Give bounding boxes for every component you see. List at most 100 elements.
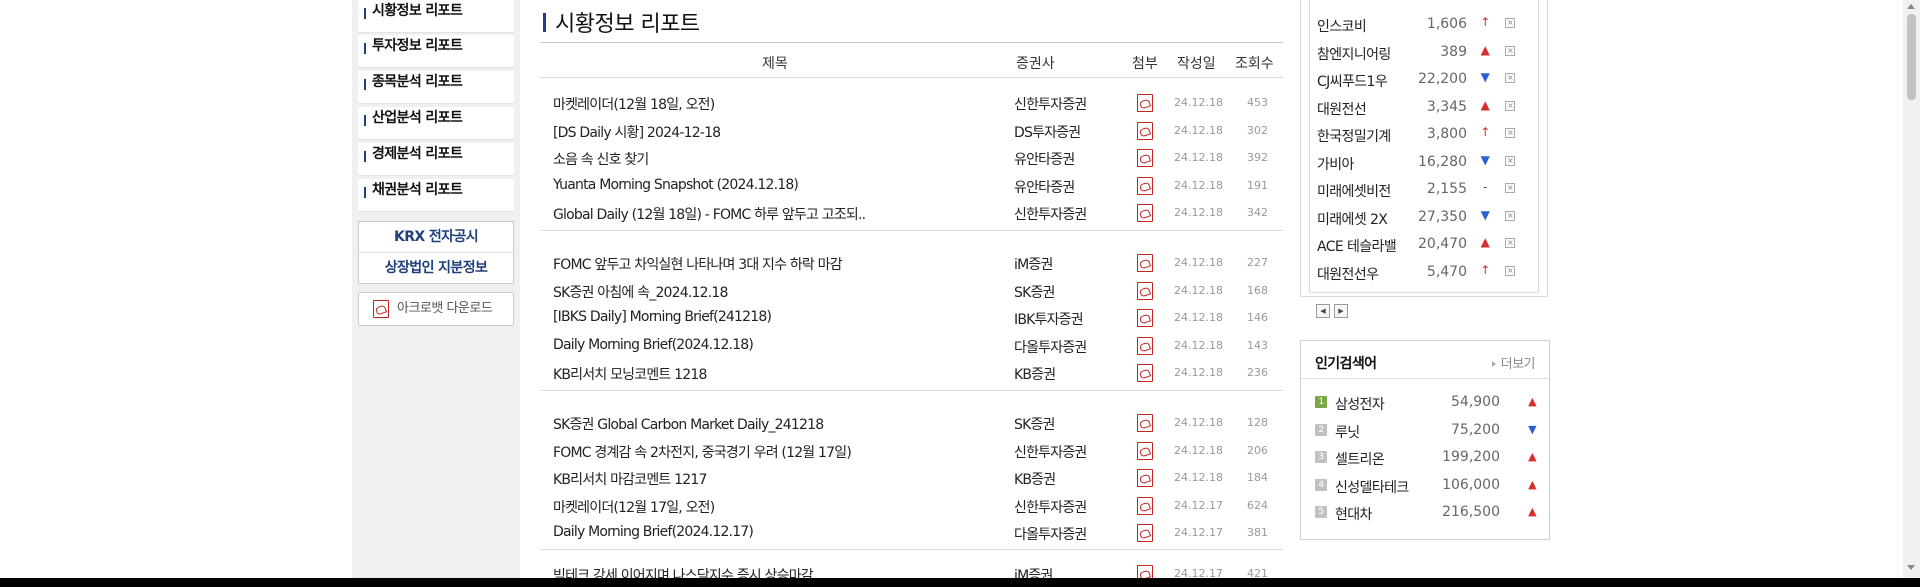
recent-stock-item[interactable]: 대원전선우 5,470 ↑ × <box>1317 261 1537 283</box>
report-views: 453 <box>1247 96 1268 109</box>
remove-icon[interactable]: × <box>1505 265 1515 276</box>
remove-icon[interactable]: × <box>1505 155 1515 166</box>
vertical-scrollbar[interactable] <box>1903 0 1920 578</box>
report-row[interactable]: Daily Morning Brief(2024.12.17) 다올투자증권 24.… <box>540 520 1283 547</box>
recent-stock-item[interactable]: 미래에셋 2X 27,350 ▼ × <box>1317 206 1537 228</box>
popular-search-item[interactable]: 3 셀트리온 199,200 ▲ <box>1315 447 1540 469</box>
menu-item-label: 종목분석 리포트 <box>372 74 463 90</box>
pdf-attachment-icon[interactable] <box>1137 364 1153 386</box>
remove-icon[interactable]: × <box>1505 100 1515 111</box>
pdf-attachment-icon[interactable] <box>1137 121 1153 144</box>
popular-search-item[interactable]: 2 루닛 75,200 ▼ <box>1315 420 1540 442</box>
pdf-attachment-icon[interactable] <box>1137 524 1153 546</box>
pdf-attachment-icon[interactable] <box>1137 204 1153 226</box>
pdf-attachment-icon[interactable] <box>1137 254 1153 276</box>
report-row[interactable]: 마켓레이더(12월 18일, 오전) 신한투자증권 24.12.18 453 <box>540 90 1283 117</box>
remove-icon[interactable]: × <box>1505 238 1515 248</box>
pdf-attachment-icon[interactable] <box>1137 414 1153 436</box>
report-title-link[interactable]: SK증권 Global Carbon Market Daily_241218 <box>553 414 913 434</box>
recent-stock-item[interactable]: 인스코비 1,606 ↑ × <box>1317 13 1537 35</box>
shareholding-info-link[interactable]: 상장법인 지분정보 <box>359 252 513 282</box>
report-title-link[interactable]: Global Daily (12월 18일) - FOMC 하루 앞두고 고조되… <box>553 204 913 224</box>
change-direction-icon: ▼ <box>1528 422 1536 436</box>
report-title-link[interactable]: FOMC 앞두고 차익실현 나타나며 3대 지수 하락 마감 <box>553 254 913 274</box>
recent-stock-item[interactable]: 가비아 16,280 ▼ × <box>1317 151 1537 173</box>
report-title-link[interactable]: KB리서치 모닝코멘트 1218 <box>553 364 913 384</box>
remove-icon[interactable]: × <box>1505 73 1515 83</box>
popular-stock-price: 199,200 <box>1442 449 1500 465</box>
popular-search-item[interactable]: 1 삼성전자 54,900 ▲ <box>1315 392 1540 414</box>
recent-stock-item[interactable]: 참엔지니어링 389 ▲ × <box>1317 41 1537 63</box>
report-row[interactable]: SK증권 아침에 속_2024.12.18 SK증권 24.12.18 168 <box>540 278 1283 305</box>
menu-item-bond-report[interactable]: 채권분석 리포트 <box>358 179 514 212</box>
report-row[interactable]: [IBKS Daily] Morning Brief(241218) IBK투자증… <box>540 305 1283 332</box>
krx-disclosure-link[interactable]: KRX 전자공시 <box>359 222 513 252</box>
report-row[interactable]: KB리서치 마감코멘트 1217 KB증권 24.12.18 184 <box>540 465 1283 492</box>
popular-search-item[interactable]: 5 현대차 216,500 ▲ <box>1315 502 1540 524</box>
pdf-attachment-icon[interactable] <box>1137 441 1153 464</box>
report-row[interactable]: Yuanta Morning Snapshot (2024.12.18) 유안타증… <box>540 173 1283 200</box>
report-row[interactable]: Global Daily (12월 18일) - FOMC 하루 앞두고 고조되… <box>540 200 1283 227</box>
rank-badge: 5 <box>1315 506 1327 518</box>
report-row[interactable]: KB리서치 모닝코멘트 1218 KB증권 24.12.18 236 <box>540 360 1283 387</box>
acrobat-download-label: 아크로뱃 다운로드 <box>397 301 493 316</box>
change-direction-icon: ▲ <box>1528 450 1536 463</box>
report-broker: SK증권 <box>1014 417 1055 433</box>
scroll-down-arrow-icon[interactable] <box>1907 565 1915 570</box>
recent-stock-item[interactable]: 한국정밀기계 3,800 ↑ × <box>1317 123 1537 145</box>
popular-search-item[interactable]: 4 신성델타테크 106,000 ▲ <box>1315 475 1540 497</box>
group-divider <box>540 549 1283 550</box>
menu-item-industry-report[interactable]: 산업분석 리포트 <box>358 107 514 140</box>
remove-icon[interactable]: × <box>1505 45 1515 56</box>
menu-item-investment-report[interactable]: 투자정보 리포트 <box>358 35 514 68</box>
report-row[interactable]: FOMC 앞두고 차익실현 나타나며 3대 지수 하락 마감 iM증권 24.12.… <box>540 250 1283 277</box>
remove-icon[interactable]: × <box>1505 210 1515 221</box>
pdf-attachment-icon[interactable] <box>1137 496 1153 519</box>
recent-stock-item[interactable]: CJ씨푸드1우 22,200 ▼ × <box>1317 68 1537 90</box>
report-title-link[interactable]: 마켓레이더(12월 17일, 오전) <box>553 497 913 517</box>
scrollbar-thumb[interactable] <box>1907 14 1916 100</box>
report-row[interactable]: SK증권 Global Carbon Market Daily_241218 SK… <box>540 410 1283 437</box>
pdf-attachment-icon[interactable] <box>1137 94 1153 116</box>
report-row[interactable]: 소음 속 신호 찾기 유안타증권 24.12.18 392 <box>540 145 1283 172</box>
stock-name: 미래에셋비전 <box>1317 184 1391 200</box>
pdf-attachment-icon[interactable] <box>1137 469 1153 491</box>
report-title-link[interactable]: Daily Morning Brief(2024.12.18) <box>553 337 913 353</box>
report-title-link[interactable]: [DS Daily 시황] 2024-12-18 <box>553 122 913 142</box>
popular-more-link[interactable]: 더보기 <box>1492 353 1536 372</box>
remove-icon[interactable]: × <box>1505 18 1515 28</box>
menu-item-stock-analysis-report[interactable]: 종목분석 리포트 <box>358 71 514 104</box>
report-views: 168 <box>1247 283 1268 297</box>
report-title-link[interactable]: 마켓레이더(12월 18일, 오전) <box>553 94 913 114</box>
pdf-attachment-icon[interactable] <box>1137 281 1153 304</box>
menu-item-market-report[interactable]: 시황정보 리포트 <box>358 0 514 33</box>
report-title-link[interactable]: SK증권 아침에 속_2024.12.18 <box>553 282 913 302</box>
report-title-link[interactable]: Yuanta Morning Snapshot (2024.12.18) <box>553 177 913 193</box>
report-row[interactable]: FOMC 경계감 속 2차전지, 중국경기 우려 (12월 17일) 신한투자증권… <box>540 438 1283 465</box>
report-title-link[interactable]: [IBKS Daily] Morning Brief(241218) <box>553 309 913 325</box>
pdf-attachment-icon[interactable] <box>1137 336 1153 359</box>
scroll-up-arrow-icon[interactable] <box>1907 4 1915 9</box>
report-row[interactable]: [DS Daily 시황] 2024-12-18 DS투자증권 24.12.18 30… <box>540 118 1283 145</box>
remove-icon[interactable]: × <box>1505 128 1515 138</box>
acrobat-download-button[interactable]: 아크로뱃 다운로드 <box>358 292 514 326</box>
pdf-attachment-icon[interactable] <box>1137 309 1153 331</box>
report-row[interactable]: Daily Morning Brief(2024.12.18) 다올투자증권 24.… <box>540 333 1283 360</box>
prev-page-button[interactable]: ◀ <box>1316 304 1330 318</box>
popular-search-panel: 인기검색어 더보기 1 삼성전자 54,900 ▲ 2 루닛 75,200 ▼ 3 셀트리온 199… <box>1300 340 1550 540</box>
report-title-link[interactable]: 소음 속 신호 찾기 <box>553 149 913 169</box>
pdf-attachment-icon[interactable] <box>1137 176 1153 199</box>
menu-item-economy-report[interactable]: 경제분석 리포트 <box>358 143 514 176</box>
recent-stock-item[interactable]: ACE 테슬라밸 20,470 ▲ × <box>1317 233 1537 255</box>
report-row[interactable]: 마켓레이더(12월 17일, 오전) 신한투자증권 24.12.17 624 <box>540 493 1283 520</box>
page-title: 시황정보 리포트 <box>543 6 700 38</box>
pdf-attachment-icon[interactable] <box>1137 149 1153 171</box>
report-title-link[interactable]: Daily Morning Brief(2024.12.17) <box>553 524 913 540</box>
next-page-button[interactable]: ▶ <box>1334 304 1348 318</box>
menu-item-label: 경제분석 리포트 <box>372 146 463 162</box>
recent-stock-item[interactable]: 미래에셋비전 2,155 - × <box>1317 178 1537 200</box>
report-title-link[interactable]: KB리서치 마감코멘트 1217 <box>553 469 913 489</box>
remove-icon[interactable]: × <box>1505 183 1515 193</box>
report-title-link[interactable]: FOMC 경계감 속 2차전지, 중국경기 우려 (12월 17일) <box>553 442 913 462</box>
recent-stock-item[interactable]: 대원전선 3,345 ▲ × <box>1317 96 1537 118</box>
